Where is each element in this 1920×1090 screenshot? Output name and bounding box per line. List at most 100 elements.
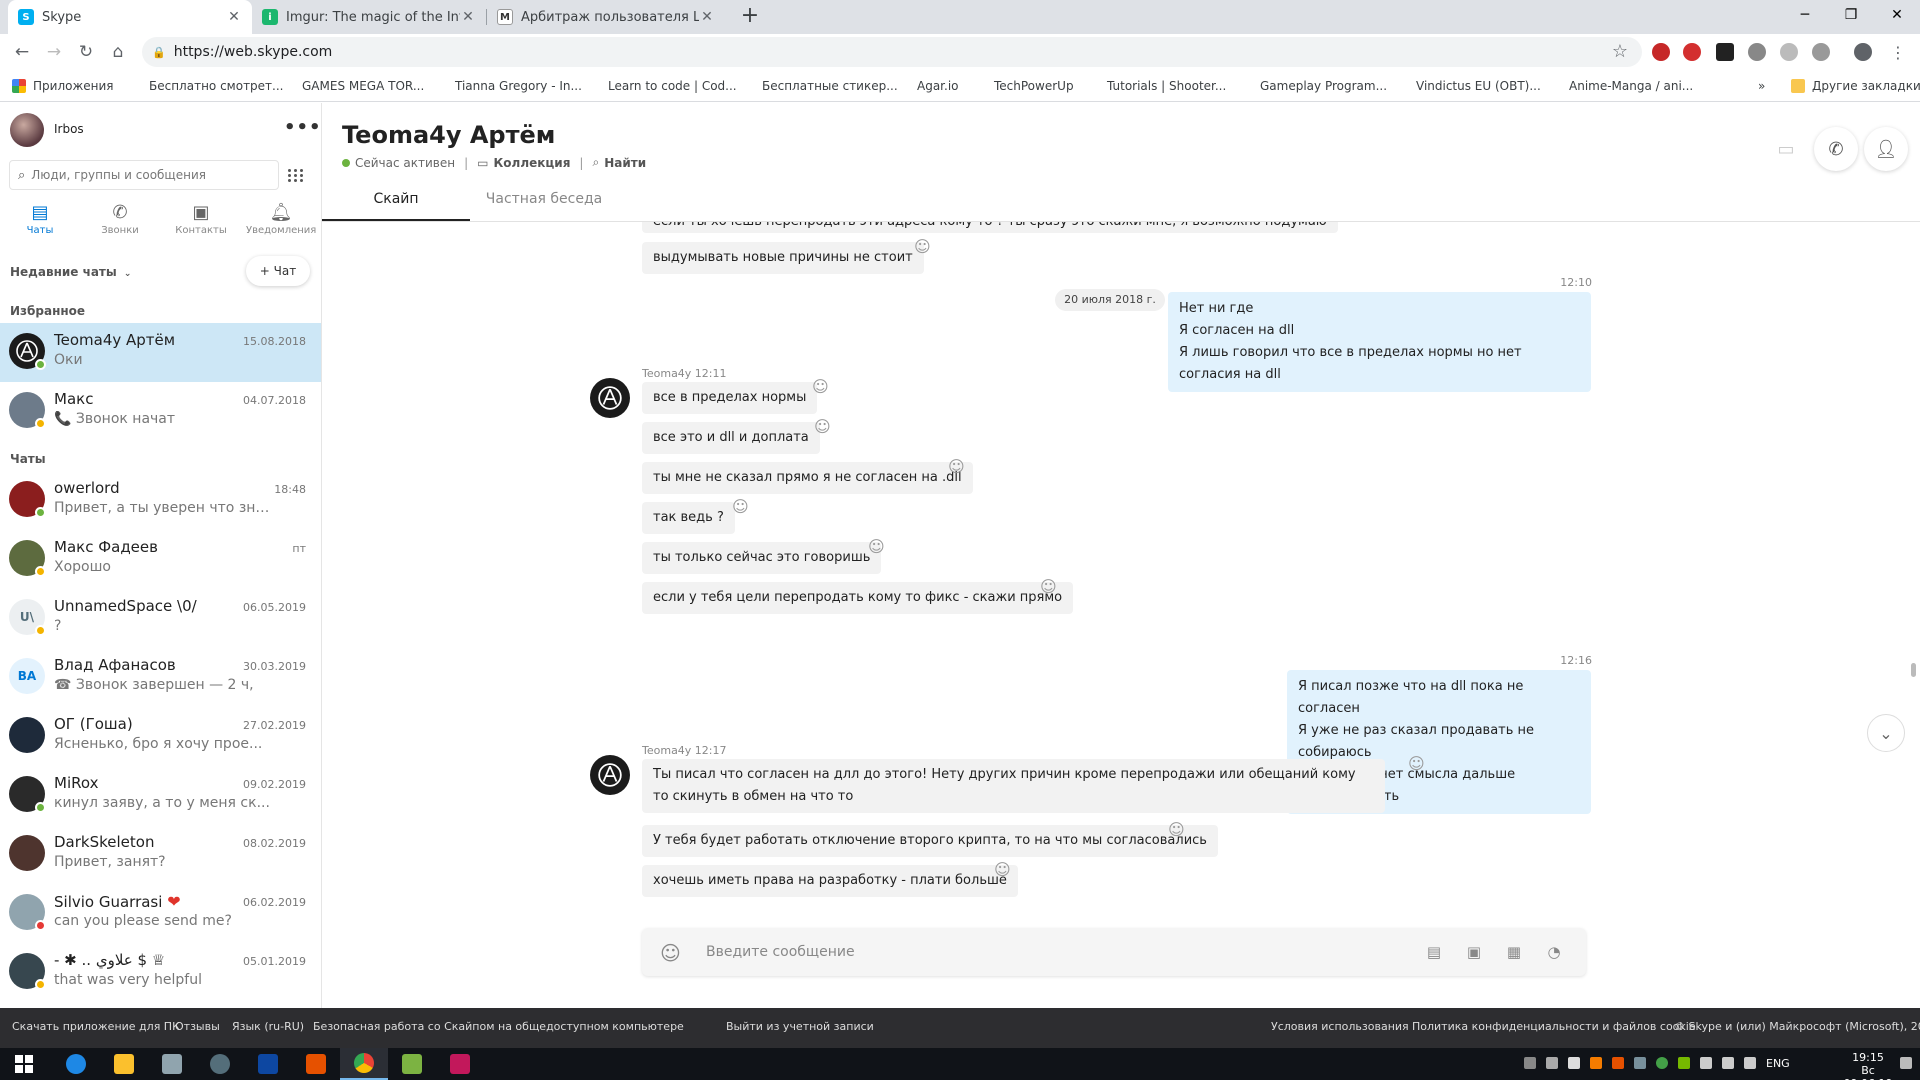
message-bubble[interactable]: Ты писал что согласен на длл до этого! Н… xyxy=(642,759,1385,813)
message-bubble[interactable]: ты только сейчас это говоришь xyxy=(642,542,882,574)
sender-avatar[interactable] xyxy=(590,755,630,795)
bookmark-apps[interactable]: Приложения xyxy=(12,76,114,96)
emoji-reaction-icon[interactable]: ☺ xyxy=(868,537,885,556)
app-taskbar-icon[interactable] xyxy=(148,1048,196,1080)
message-bubble[interactable]: У тебя будет работать отключение второго… xyxy=(642,825,1218,857)
browser-menu-icon[interactable]: ⋮ xyxy=(1886,40,1910,64)
schedule-call-icon[interactable]: ▦ xyxy=(1502,940,1526,964)
nav-calls[interactable]: ✆ Звонки xyxy=(85,201,155,236)
message-bubble[interactable]: так ведь ? xyxy=(642,502,735,534)
bookmark-item[interactable]: Бесплатно смотрет... xyxy=(128,76,284,96)
close-tab-icon[interactable]: ✕ xyxy=(699,9,715,25)
minimize-button[interactable]: ─ xyxy=(1782,0,1828,30)
tray-icon[interactable] xyxy=(1590,1057,1602,1069)
close-tab-icon[interactable]: ✕ xyxy=(226,9,242,25)
message-bubble[interactable]: все в пределах нормы xyxy=(642,382,818,414)
emoji-reaction-icon[interactable]: ☺ xyxy=(948,457,965,476)
microphone-tray-icon[interactable] xyxy=(1568,1057,1580,1069)
forward-icon[interactable]: → xyxy=(42,40,66,64)
chat-item[interactable]: MiRox кинул заяву, а то у меня ск... 09.… xyxy=(0,766,321,825)
footer-link[interactable]: Выйти из учетной записи xyxy=(726,1020,874,1033)
chrome-taskbar-icon[interactable] xyxy=(340,1048,388,1080)
message-bubble[interactable]: все это и dll и доплата xyxy=(642,422,820,454)
footer-link[interactable]: Условия использования xyxy=(1271,1020,1409,1033)
taskbar-clock[interactable]: 19:15 Вс 09.06.19 xyxy=(1838,1051,1898,1090)
tray-icon[interactable] xyxy=(1524,1057,1536,1069)
message-bubble[interactable]: выдумывать новые причины не стоит xyxy=(642,242,924,274)
close-tab-icon[interactable]: ✕ xyxy=(460,9,476,25)
bookmark-item[interactable]: Бесплатные стикер... xyxy=(741,76,898,96)
message-composer[interactable]: ☺ Введите сообщение ▤ ▣ ▦ ◔ xyxy=(642,928,1586,976)
nav-contacts[interactable]: ▣ Контакты xyxy=(166,201,236,236)
adblock-ext-icon[interactable] xyxy=(1683,43,1701,61)
footer-link[interactable]: Политика конфиденциальности и файлов coo… xyxy=(1412,1020,1696,1033)
nvidia-tray-icon[interactable] xyxy=(1678,1057,1690,1069)
message-bubble[interactable]: если у тебя цели перепродать кому то фик… xyxy=(642,582,1074,614)
message-bubble[interactable]: если ты хочешь перепродать эти адреса ко… xyxy=(642,222,1338,233)
emoji-reaction-icon[interactable]: ☺ xyxy=(814,417,831,436)
conversation-title[interactable]: Teoma4y Артём xyxy=(342,121,555,149)
profile-avatar[interactable] xyxy=(10,113,44,147)
send-contact-icon[interactable]: ▣ xyxy=(1462,940,1486,964)
home-icon[interactable]: ⌂ xyxy=(106,40,130,64)
input-language[interactable]: ENG xyxy=(1766,1057,1790,1070)
bookmark-star-icon[interactable]: ☆ xyxy=(1612,41,1628,62)
start-button[interactable] xyxy=(0,1048,48,1080)
tab-private-chat[interactable]: Частная беседа xyxy=(470,191,618,221)
footer-link[interactable]: Безопасная работа со Скайпом на общедост… xyxy=(313,1020,684,1033)
reload-icon[interactable]: ↻ xyxy=(74,40,98,64)
notifications-icon[interactable] xyxy=(1900,1057,1912,1069)
more-bookmarks-button[interactable]: » xyxy=(1758,76,1765,96)
tray-icon[interactable] xyxy=(1612,1057,1624,1069)
sender-avatar[interactable] xyxy=(590,378,630,418)
more-options-icon[interactable]: ••• xyxy=(284,117,322,138)
other-bookmarks[interactable]: Другие закладки xyxy=(1791,76,1920,96)
scroll-to-bottom-button[interactable]: ⌄ xyxy=(1867,714,1905,752)
audio-call-button[interactable]: ✆ xyxy=(1814,127,1858,171)
emoji-reaction-icon[interactable]: ☺ xyxy=(994,860,1011,879)
volume-tray-icon[interactable] xyxy=(1744,1057,1756,1069)
bookmark-item[interactable]: GAMES MEGA TOR... xyxy=(281,76,424,96)
bookmark-item[interactable]: TechPowerUp xyxy=(973,76,1074,96)
extension-icon[interactable] xyxy=(1748,43,1766,61)
scrollbar[interactable] xyxy=(1911,663,1916,677)
close-window-button[interactable]: ✕ xyxy=(1874,0,1920,30)
new-chat-button[interactable]: + Чат xyxy=(246,256,310,286)
tab-skype[interactable]: S Skype ✕ xyxy=(8,0,252,34)
bookmark-item[interactable]: Gameplay Program... xyxy=(1239,76,1387,96)
ide-taskbar-icon[interactable] xyxy=(436,1048,484,1080)
back-icon[interactable]: ← xyxy=(10,40,34,64)
bookmark-item[interactable]: Tutorials | Shooter... xyxy=(1086,76,1226,96)
tray-icon[interactable] xyxy=(1546,1057,1558,1069)
footer-link[interactable]: Язык (ru-RU) xyxy=(232,1020,304,1033)
message-bubble[interactable]: хочешь иметь права на разработку - плати… xyxy=(642,865,1018,897)
recent-chats-dropdown[interactable]: Недавние чаты ⌄ xyxy=(10,265,131,279)
chat-item[interactable]: Макс Фадеев Хорошо пт xyxy=(0,530,321,589)
chat-item[interactable]: U\ UnnamedSpace \0/ ? 06.05.2019 xyxy=(0,589,321,648)
bookmark-item[interactable]: Vindictus EU (OBT)... xyxy=(1395,76,1541,96)
footer-link[interactable]: Отзывы xyxy=(175,1020,220,1033)
network-tray-icon[interactable] xyxy=(1722,1057,1734,1069)
steam-taskbar-icon[interactable] xyxy=(196,1048,244,1080)
app-taskbar-icon[interactable] xyxy=(244,1048,292,1080)
emoji-picker-icon[interactable]: ☺ xyxy=(660,941,681,965)
explorer-taskbar-icon[interactable] xyxy=(100,1048,148,1080)
message-bubble[interactable]: ты мне не сказал прямо я не согласен на … xyxy=(642,462,973,494)
poll-icon[interactable]: ◔ xyxy=(1542,940,1566,964)
chat-item[interactable]: - ✱ .. علاوي $ ♕ that was very helpful 0… xyxy=(0,943,321,1002)
battery-tray-icon[interactable] xyxy=(1700,1057,1712,1069)
send-file-icon[interactable]: ▤ xyxy=(1422,940,1446,964)
add-people-button[interactable]: 👤︎ xyxy=(1864,127,1908,171)
extension-icon[interactable] xyxy=(1812,43,1830,61)
emoji-reaction-icon[interactable]: ☺ xyxy=(914,237,931,256)
emoji-reaction-icon[interactable]: ☺ xyxy=(1408,754,1425,773)
emoji-reaction-icon[interactable]: ☺ xyxy=(1168,820,1185,839)
extension-icon[interactable] xyxy=(1716,43,1734,61)
chat-item[interactable]: Макс 📞 Звонок начат 04.07.2018 xyxy=(0,382,321,441)
chat-item[interactable]: Silvio Guarrasi ❤ can you please send me… xyxy=(0,884,321,943)
bookmark-item[interactable]: Learn to code | Cod... xyxy=(587,76,737,96)
new-tab-button[interactable]: + xyxy=(738,5,762,29)
nav-notifications[interactable]: 🔔︎ Уведомления xyxy=(246,201,316,236)
chat-item[interactable]: BA Влад Афанасов ☎ Звонок завершен — 2 ч… xyxy=(0,648,321,707)
find-link[interactable]: Найти xyxy=(604,156,646,170)
